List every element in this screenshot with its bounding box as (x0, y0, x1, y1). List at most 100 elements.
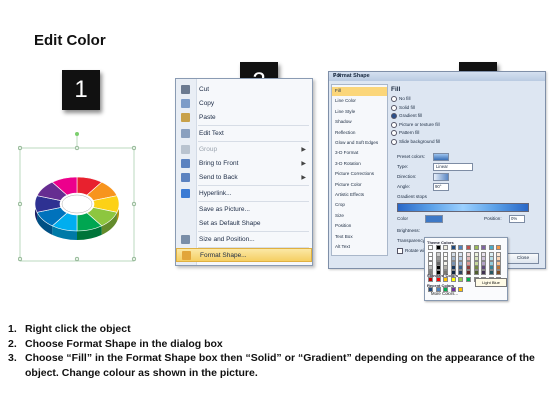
resize-handle[interactable] (17, 145, 23, 151)
sidebar-item[interactable]: Picture Corrections (332, 170, 387, 179)
color-swatch[interactable] (450, 277, 456, 282)
sidebar-item-label: Reflection (335, 129, 356, 135)
context-menu-item[interactable]: Format Shape... (176, 248, 312, 262)
type-select[interactable]: Linear (433, 163, 473, 171)
sidebar-item[interactable]: Text Box (332, 233, 387, 242)
color-swatch[interactable] (496, 269, 502, 275)
resize-handle[interactable] (17, 201, 23, 207)
color-swatch[interactable] (473, 245, 479, 250)
sidebar-item[interactable]: 3-D Rotation (332, 160, 387, 169)
color-swatch[interactable] (443, 245, 449, 250)
sidebar-item-label: Picture Corrections (335, 171, 375, 177)
context-menu-item[interactable]: Edit Text (176, 126, 312, 140)
context-menu-item[interactable]: Cut (176, 82, 312, 96)
dialog-title-bar[interactable]: Format Shape ? X (329, 72, 545, 81)
resize-handle[interactable] (17, 256, 23, 262)
ring-hole (61, 194, 93, 214)
angle-label: Angle: (397, 184, 411, 189)
resize-handle[interactable] (74, 256, 80, 262)
radio-icon (391, 96, 397, 102)
sidebar-item[interactable]: Alt Text (332, 243, 387, 252)
sidebar-item[interactable]: Glow and Soft Edges (332, 139, 387, 148)
hyperlink-icon (181, 188, 190, 198)
resize-handle[interactable] (131, 201, 137, 207)
context-menu-item[interactable]: Paste (176, 110, 312, 124)
submenu-arrow-icon: ▶ (301, 174, 306, 181)
sidebar-item-label: Crop (335, 202, 345, 208)
context-menu-item[interactable]: Set as Default Shape (176, 216, 312, 230)
context-menu-item-label: Cut (199, 85, 210, 93)
fill-radio-label: Picture or texture fill (399, 121, 440, 127)
resize-handle[interactable] (74, 145, 80, 151)
color-swatch[interactable] (466, 245, 471, 250)
color-swatch[interactable] (443, 277, 449, 282)
sidebar-item[interactable]: Fill (332, 87, 387, 96)
color-swatch[interactable] (481, 269, 487, 275)
context-menu-item-label: Size and Position... (199, 235, 255, 243)
dialog-help-close-icons[interactable]: ? X (333, 73, 542, 79)
sidebar-item-label: Artistic Effects (335, 192, 365, 197)
color-swatch[interactable] (458, 245, 464, 250)
context-menu-item[interactable]: Send to Back ▶ (176, 170, 312, 184)
sidebar-item[interactable]: Line Style (332, 108, 387, 117)
fill-radio[interactable]: No fill (391, 96, 411, 102)
send-back-icon (181, 172, 190, 182)
context-menu-item[interactable]: Save as Picture... (176, 202, 312, 216)
sidebar-item[interactable]: Crop (332, 201, 387, 210)
sidebar-item[interactable]: Reflection (332, 129, 387, 138)
position-input[interactable]: 0% (509, 215, 525, 223)
color-swatch[interactable] (428, 245, 433, 250)
submenu-arrow-icon: ▶ (301, 146, 306, 153)
color-swatch[interactable] (458, 277, 464, 282)
close-button[interactable]: Close (507, 253, 539, 264)
color-swatch[interactable] (466, 277, 471, 282)
color-dropdown-button[interactable] (425, 215, 443, 223)
color-swatch[interactable] (458, 269, 464, 275)
fill-radio[interactable]: Picture or texture fill (391, 121, 440, 128)
preset-colors-dropdown[interactable] (433, 153, 449, 161)
color-swatch[interactable] (435, 245, 441, 250)
angle-input[interactable]: 90° (433, 183, 449, 191)
sidebar-item[interactable]: Position (332, 222, 387, 231)
fill-radio[interactable]: Pattern fill (391, 130, 419, 136)
direction-dropdown[interactable] (433, 173, 449, 181)
color-swatch[interactable] (435, 277, 441, 282)
color-swatch[interactable] (496, 245, 502, 250)
sidebar-item[interactable]: Size (332, 212, 387, 221)
color-swatch[interactable] (428, 277, 433, 282)
rotation-handle[interactable] (75, 132, 79, 136)
color-swatch[interactable] (458, 287, 464, 292)
sidebar-item[interactable]: Picture Color (332, 181, 387, 190)
fill-radio-label: Solid fill (399, 104, 415, 110)
resize-handle[interactable] (131, 256, 137, 262)
more-colors-option[interactable]: More Colors... (431, 291, 458, 296)
context-menu-item[interactable]: Size and Position... (176, 232, 312, 246)
sidebar-item-label: Text Box (335, 233, 353, 239)
context-menu-item[interactable]: Bring to Front ▶ (176, 156, 312, 170)
color-swatch[interactable] (473, 269, 479, 275)
step-text: Right click the object (25, 323, 131, 335)
step-number: 1. (8, 323, 17, 335)
color-swatch[interactable] (488, 245, 494, 250)
color-swatch[interactable] (466, 269, 471, 275)
fill-radio[interactable]: Slide background fill (391, 138, 440, 145)
ring-diagram[interactable] (17, 128, 138, 262)
color-swatch[interactable] (481, 245, 487, 250)
sidebar-item[interactable]: Artistic Effects (332, 191, 387, 200)
fill-panel: Fill No fill Solid fill Gradient fill Pictu… (389, 84, 542, 254)
copy-icon (181, 98, 190, 108)
context-menu-item-label: Bring to Front (199, 159, 239, 167)
fill-radio[interactable]: Gradient fill (391, 113, 422, 119)
fill-radio[interactable]: Solid fill (391, 104, 415, 111)
selected-ring-shape[interactable] (17, 128, 138, 262)
resize-handle[interactable] (131, 145, 137, 151)
sidebar-item[interactable]: Line Color (332, 97, 387, 106)
gradient-stops-bar[interactable] (397, 203, 529, 212)
context-menu-item[interactable]: Hyperlink... (176, 186, 312, 200)
color-swatch[interactable] (450, 245, 456, 250)
sidebar-item[interactable]: 3-D Format (332, 149, 387, 158)
context-menu-item[interactable]: Copy (176, 96, 312, 110)
preset-colors-label: Preset colors: (397, 154, 426, 159)
color-swatch[interactable] (488, 269, 494, 275)
sidebar-item[interactable]: Shadow (332, 118, 387, 127)
